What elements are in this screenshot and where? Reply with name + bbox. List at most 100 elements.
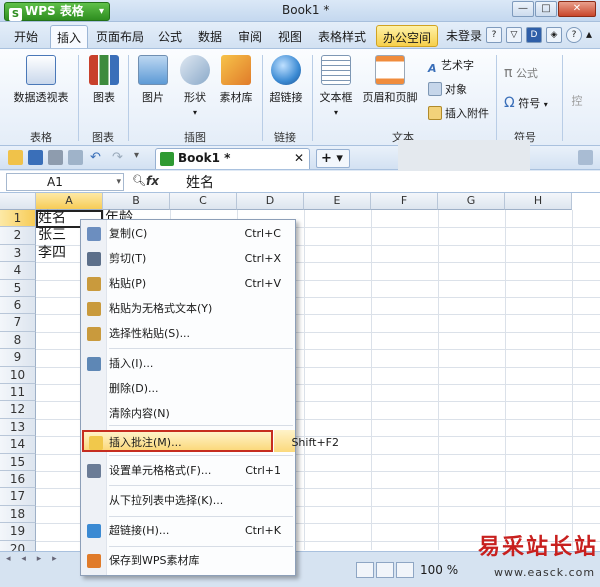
cell-a3[interactable]: 李四 (38, 245, 66, 262)
shapes-button[interactable]: 形状 ▾ (176, 55, 214, 118)
undo-icon[interactable]: ↶ (90, 150, 105, 165)
tab-office-space[interactable]: 办公空间 (376, 25, 439, 47)
column-header-a[interactable]: A (36, 193, 103, 210)
row-header-13[interactable]: 13 (0, 418, 36, 437)
row-header-15[interactable]: 15 (0, 453, 36, 471)
sheet-nav-arrows[interactable]: ◂ ◂ ▸ ▸ (6, 554, 61, 564)
cell-a2[interactable]: 张三 (38, 227, 66, 244)
redo-icon[interactable]: ↷ (112, 150, 127, 165)
row-header-18[interactable]: 18 (0, 505, 36, 524)
row-header-20[interactable]: 20 (0, 540, 36, 551)
menu-item-6[interactable]: 删除(D)... (82, 378, 295, 400)
row-header-11[interactable]: 11 (0, 384, 36, 402)
more-controls-button[interactable]: 控 (568, 95, 584, 109)
row-header-16[interactable]: 16 (0, 471, 36, 489)
header-footer-button[interactable]: 页眉和页脚 (360, 55, 420, 105)
menu-item-5[interactable]: 插入(I)... (82, 353, 295, 375)
close-tab-icon[interactable]: ✕ (294, 151, 304, 165)
menu-item-0[interactable]: 复制(C) Ctrl+C (82, 223, 295, 245)
row-header-10[interactable]: 10 (0, 366, 36, 384)
page-break-view-icon[interactable] (376, 562, 394, 578)
select-all-corner[interactable] (0, 193, 36, 210)
help-icon[interactable]: ? (486, 27, 502, 43)
menu-item-10[interactable]: 从下拉列表中选择(K)... (82, 490, 295, 512)
formula-input[interactable]: 姓名 (186, 172, 214, 192)
column-header-g[interactable]: G (438, 193, 505, 210)
normal-view-icon[interactable] (356, 562, 374, 578)
word-art-button[interactable]: A 艺术字 (428, 57, 474, 76)
row-header-8[interactable]: 8 (0, 331, 36, 350)
row-header-4[interactable]: 4 (0, 262, 36, 280)
close-window-button[interactable]: ✕ (558, 1, 596, 17)
row-header-5[interactable]: 5 (0, 279, 36, 297)
name-box[interactable]: A1 ▾ (6, 173, 124, 191)
maximize-button[interactable]: □ (535, 1, 557, 17)
tab-data[interactable]: 数据 (198, 28, 222, 45)
tab-table-style[interactable]: 表格样式 (318, 28, 366, 45)
column-header-c[interactable]: C (170, 193, 237, 210)
tab-view[interactable]: 视图 (278, 28, 302, 45)
column-header-h[interactable]: H (505, 193, 572, 210)
zoom-level[interactable]: 100 % (420, 563, 458, 577)
menu-item-1[interactable]: 剪切(T) Ctrl+X (82, 248, 295, 270)
row-header-14[interactable]: 14 (0, 436, 36, 454)
skin-icon[interactable]: ▽ (506, 27, 522, 43)
login-link[interactable]: 未登录 (446, 27, 482, 44)
menu-item-12[interactable]: 保存到WPS素材库 (82, 550, 295, 572)
minimize-button[interactable]: — (512, 1, 534, 17)
row-header-17[interactable]: 17 (0, 488, 36, 506)
print-icon[interactable] (48, 150, 63, 165)
menu-item-8[interactable]: 插入批注(M)... Shift+F2 (82, 430, 339, 452)
symbol-button[interactable]: Ω 符号 ▾ (504, 95, 548, 111)
row-header-9[interactable]: 9 (0, 349, 36, 367)
print-preview-icon[interactable] (68, 150, 83, 165)
tools-icon[interactable]: ◈ (546, 27, 562, 43)
row-header-7[interactable]: 7 (0, 314, 36, 332)
tab-formulas[interactable]: 公式 (158, 28, 182, 45)
restore-layout-icon[interactable] (578, 150, 593, 165)
chart-button[interactable]: 图表 (86, 55, 122, 105)
menu-item-4[interactable]: 选择性粘贴(S)... (82, 323, 295, 345)
tab-page-layout[interactable]: 页面布局 (96, 28, 144, 45)
column-header-b[interactable]: B (103, 193, 170, 210)
page-layout-view-icon[interactable] (396, 562, 414, 578)
info-icon[interactable]: ? (566, 27, 582, 43)
new-tab-button[interactable]: + ▾ (316, 149, 350, 168)
textbox-button[interactable]: 文本框 ▾ (316, 55, 356, 118)
object-button[interactable]: 对象 (428, 81, 467, 97)
document-tab[interactable]: Book1 * ✕ (155, 148, 310, 169)
menu-item-2[interactable]: 粘贴(P) Ctrl+V (82, 273, 295, 295)
column-header-d[interactable]: D (237, 193, 304, 210)
save-icon[interactable] (28, 150, 43, 165)
tab-review[interactable]: 审阅 (238, 28, 262, 45)
insert-attachment-button[interactable]: 插入附件 (428, 105, 489, 121)
chevron-down-icon[interactable]: ▾ (116, 174, 121, 190)
row-header-3[interactable]: 3 (0, 244, 36, 263)
row-header-6[interactable]: 6 (0, 297, 36, 315)
pivot-table-button[interactable]: 数据透视表 (10, 55, 72, 105)
column-header-e[interactable]: E (304, 193, 371, 210)
tab-insert[interactable]: 插入 (50, 25, 89, 49)
row-header-2[interactable]: 2 (0, 227, 36, 245)
open-folder-icon[interactable] (8, 150, 23, 165)
tab-home[interactable]: 开始 (14, 28, 38, 45)
formula-button[interactable]: π 公式 (504, 65, 538, 81)
zoom-formula-icon[interactable]: 🔍︎ (132, 174, 146, 187)
picture-icon (138, 55, 168, 85)
ribbon-collapse-icon[interactable]: ▴ (586, 27, 592, 41)
wps-app-menu-button[interactable]: S WPS 表格 ▾ (4, 2, 110, 21)
fx-icon[interactable]: fx (146, 174, 159, 188)
menu-item-11[interactable]: 超链接(H)... Ctrl+K (82, 520, 295, 542)
menu-item-9[interactable]: 设置单元格格式(F)... Ctrl+1 (82, 460, 295, 482)
menu-item-3[interactable]: 粘贴为无格式文本(Y) (82, 298, 295, 320)
column-header-f[interactable]: F (371, 193, 438, 210)
picture-button[interactable]: 图片 (136, 55, 170, 105)
row-header-12[interactable]: 12 (0, 401, 36, 419)
customize-toolbar-icon[interactable]: ▾ (134, 150, 149, 165)
material-library-button[interactable]: 素材库 (216, 55, 256, 105)
menu-item-7[interactable]: 清除内容(N) (82, 403, 295, 425)
docer-icon[interactable]: D (526, 27, 542, 43)
hyperlink-button[interactable]: 超链接 (266, 55, 306, 105)
row-header-19[interactable]: 19 (0, 523, 36, 541)
row-header-1[interactable]: 1 (0, 210, 36, 228)
